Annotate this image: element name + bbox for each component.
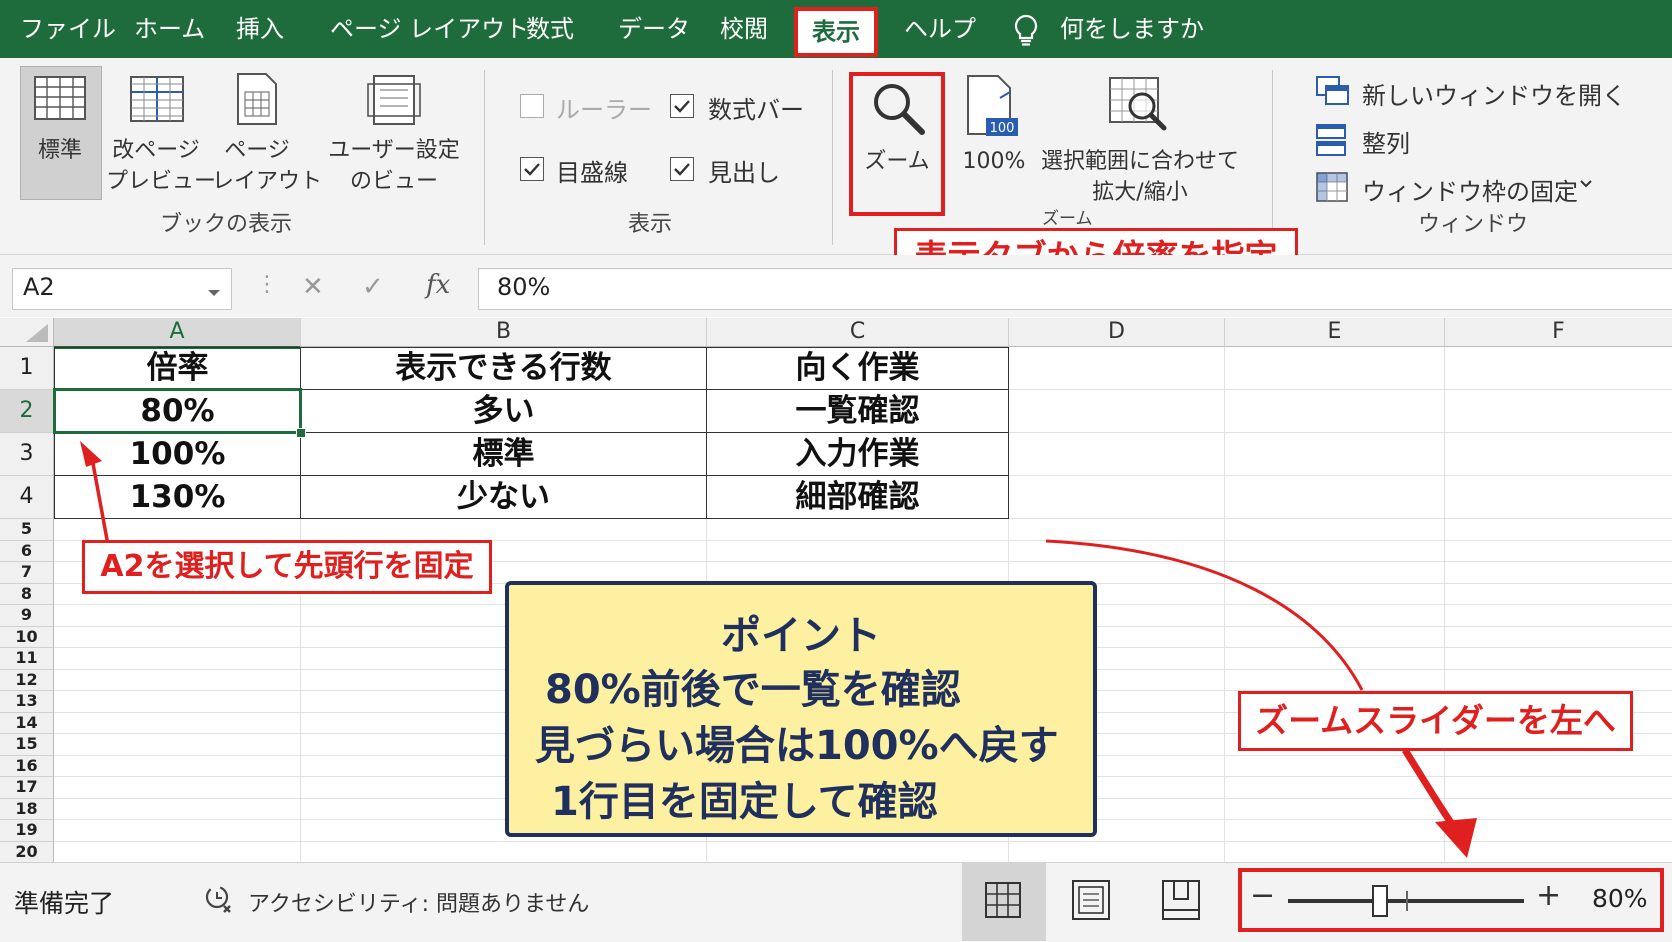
page-layout-view-icon[interactable] xyxy=(1072,880,1110,924)
point-line-3: 1行目を固定して確認 xyxy=(551,779,938,825)
zoom-slider-center-tick xyxy=(1406,891,1408,911)
callout-slider: ズームスライダーを左へ xyxy=(1238,691,1633,751)
arrow-to-a2 xyxy=(90,457,110,546)
zoom-in-button[interactable]: + xyxy=(1536,878,1561,913)
normal-view-grid-icon xyxy=(985,882,1021,922)
point-title: ポイント xyxy=(721,613,881,659)
page-break-view-icon[interactable] xyxy=(1162,880,1200,924)
point-line-2: 見づらい場合は100%へ戻す xyxy=(535,723,1059,769)
arrowhead-icon xyxy=(1435,818,1477,858)
point-line-1: 80%前後で一覧を確認 xyxy=(545,667,961,713)
arrowhead-icon xyxy=(80,441,102,467)
status-ready: 準備完了 xyxy=(14,889,115,918)
point-box: ポイント 80%前後で一覧を確認 見づらい場合は100%へ戻す 1行目を固定して… xyxy=(505,581,1097,837)
callout-a2: A2を選択して先頭行を固定 xyxy=(82,540,492,594)
accessibility-status[interactable]: アクセシビリティ: 問題ありません xyxy=(248,886,589,918)
zoom-slider-thumb[interactable] xyxy=(1371,885,1388,917)
accessibility-icon[interactable] xyxy=(204,884,238,922)
zoom-level[interactable]: 80% xyxy=(1592,884,1648,913)
zoom-out-button[interactable]: − xyxy=(1250,878,1275,913)
